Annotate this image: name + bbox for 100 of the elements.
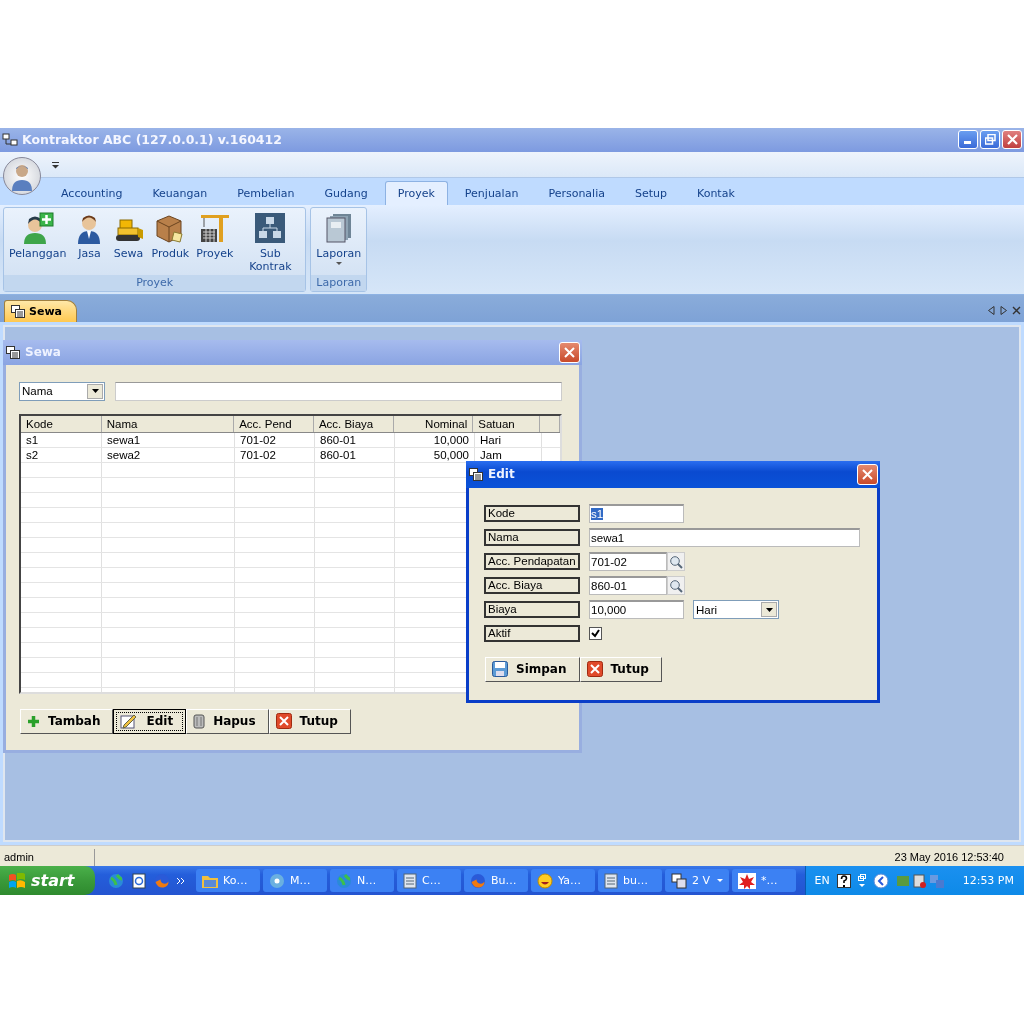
text-field[interactable]: 860-01	[589, 576, 667, 596]
close-icon	[586, 661, 603, 678]
toolbar-button[interactable]: Tambah	[20, 708, 114, 734]
column-header[interactable]: Nominal	[393, 415, 474, 432]
table-cell: sewa1	[102, 432, 235, 447]
taskbar-button[interactable]: *…	[732, 869, 796, 892]
date-time: 23 May 2016 12:53:40	[894, 850, 1005, 865]
help-icon[interactable]	[836, 873, 851, 888]
column-header[interactable]: Satuan	[473, 415, 541, 432]
search-button[interactable]	[667, 576, 685, 596]
checkbox[interactable]	[589, 627, 602, 641]
dropdown-arrow-icon	[765, 607, 773, 612]
folder-icon	[202, 873, 218, 888]
ribbon-tab[interactable]: Penjualan	[451, 180, 532, 205]
restore-icon	[984, 134, 996, 146]
star-icon	[738, 872, 756, 889]
column-header[interactable]: Acc. Biaya	[313, 415, 394, 432]
ribbon-tab[interactable]: Gudang	[311, 180, 381, 205]
document-tab[interactable]: Sewa	[4, 299, 77, 322]
text-field[interactable]: sewa1	[589, 528, 860, 548]
document-icon	[403, 872, 417, 889]
taskbar-button[interactable]: Ya…	[531, 869, 595, 892]
text-field[interactable]: 701-02	[589, 552, 667, 572]
search-field[interactable]	[115, 381, 562, 401]
text-field[interactable]: 10,000	[589, 600, 684, 620]
taskbar-button[interactable]: C…	[397, 869, 461, 892]
browser-icon	[470, 872, 486, 889]
restore-button[interactable]	[980, 130, 1000, 150]
toolbar-button[interactable]: Hapus	[186, 708, 269, 734]
table-cell: 701-02	[235, 447, 315, 462]
ribbon-button[interactable]: Laporan	[313, 210, 365, 275]
trash-icon	[193, 713, 206, 730]
table-cell: s1	[21, 432, 102, 447]
table-cell: 10,000	[395, 432, 475, 447]
windows-icon	[11, 304, 25, 318]
close-button[interactable]	[857, 463, 878, 485]
table-cell: 701-02	[235, 432, 315, 447]
pencil-icon	[120, 713, 139, 730]
search-field-dropdown[interactable]: Nama	[19, 381, 105, 401]
ribbon-button[interactable]: Sewa	[109, 210, 148, 275]
ribbon-button[interactable]: Pelanggan	[6, 210, 70, 275]
start-button[interactable]: start	[0, 866, 95, 895]
ribbon-tab[interactable]: Pembelian	[224, 180, 308, 205]
customize-caret-icon[interactable]	[52, 161, 59, 169]
close-button[interactable]	[1002, 130, 1022, 150]
window-title: Sewa	[25, 345, 62, 360]
unit-dropdown[interactable]: Hari	[693, 600, 779, 620]
ribbon-tab[interactable]: Setup	[621, 180, 680, 205]
search-icon	[669, 578, 683, 593]
field-label: Aktif	[484, 625, 580, 643]
ribbon-button[interactable]: Jasa	[70, 210, 109, 275]
table-cell: 860-01	[315, 447, 395, 462]
column-header[interactable]: Acc. Pend	[234, 415, 314, 432]
restore-icon[interactable]	[857, 873, 866, 888]
ribbon-tab[interactable]: Personalia	[535, 180, 618, 205]
column-header[interactable]: Nama	[101, 415, 235, 432]
text-field[interactable]: s1	[589, 504, 684, 524]
minimize-button[interactable]	[958, 130, 978, 150]
chevron-icon[interactable]	[177, 877, 185, 884]
scroll-left-icon[interactable]	[988, 306, 995, 316]
collapse-icon[interactable]	[872, 872, 889, 889]
dialog-button[interactable]: Simpan	[485, 656, 580, 682]
document-icon	[604, 872, 618, 889]
globe-icon[interactable]	[108, 872, 124, 889]
scroll-right-icon[interactable]	[1000, 306, 1007, 316]
taskbar-button[interactable]: Ko…	[196, 869, 260, 892]
field-label: Biaya	[484, 601, 580, 619]
close-icon	[275, 713, 292, 730]
ribbon-button[interactable]: Sub Kontrak	[237, 210, 304, 275]
column-header[interactable]: Kode	[21, 415, 102, 432]
ribbon-tab[interactable]: Keuangan	[139, 180, 221, 205]
taskbar-button[interactable]: M…	[263, 869, 327, 892]
user-avatar-button[interactable]	[3, 156, 41, 195]
check-icon	[591, 629, 600, 639]
ribbon-button[interactable]: Produk	[148, 210, 193, 275]
window-icon	[6, 345, 20, 359]
close-icon[interactable]	[1012, 306, 1021, 316]
smiley-icon	[537, 872, 553, 889]
ribbon-tab[interactable]: Kontak	[684, 180, 748, 205]
close-icon	[862, 468, 873, 480]
dialog-button[interactable]: Tutup	[579, 656, 662, 682]
field-label: Kode	[484, 505, 580, 523]
person-add-icon	[21, 211, 54, 244]
window-title: Kontraktor ABC (127.0.0.1) v.160412	[22, 132, 282, 148]
document-icon[interactable]	[131, 872, 147, 889]
taskbar-button[interactable]: Bu…	[464, 869, 528, 892]
taskbar-button[interactable]: N…	[330, 869, 394, 892]
ribbon-tab[interactable]: Proyek	[384, 180, 448, 205]
windows-icon	[671, 872, 687, 889]
table-cell: 860-01	[315, 432, 395, 447]
ribbon-button[interactable]: Proyek	[193, 210, 237, 275]
search-button[interactable]	[667, 552, 685, 572]
close-button[interactable]	[559, 341, 580, 363]
ribbon-tab[interactable]: Accounting	[48, 180, 136, 205]
plus-icon	[27, 714, 40, 728]
taskbar-button[interactable]: bu…	[598, 869, 662, 892]
taskbar-button[interactable]: 2 V	[665, 869, 729, 892]
table-cell: Hari	[475, 432, 542, 447]
toolbar-button[interactable]: Edit	[113, 708, 187, 734]
toolbar-button[interactable]: Tutup	[268, 708, 351, 734]
